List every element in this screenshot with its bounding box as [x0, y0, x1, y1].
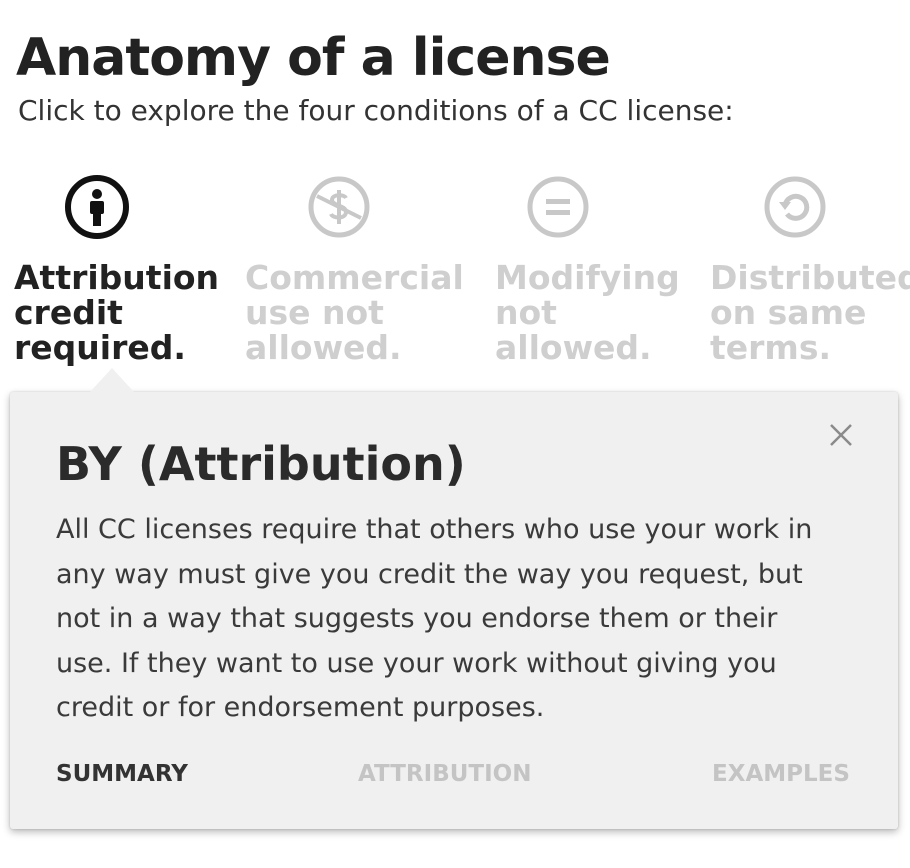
- panel-pointer: [90, 368, 134, 392]
- condition-no-derivatives-label: Modifying not allowed.: [495, 258, 680, 367]
- description-line: All CC licenses require that others who …: [56, 514, 813, 545]
- close-icon: [830, 424, 852, 446]
- description-line: credit or for endorsement purposes.: [56, 692, 545, 723]
- tab-attribution[interactable]: ATTRIBUTION: [358, 760, 531, 788]
- share-alike-icon: [760, 172, 830, 242]
- noncommercial-dollar-icon: [304, 172, 374, 242]
- condition-share-alike-label: Distributed on same terms.: [710, 258, 910, 367]
- attribution-person-icon: [62, 172, 132, 242]
- description-line: not in a way that suggests you endorse t…: [56, 603, 778, 634]
- close-button[interactable]: [826, 420, 856, 450]
- condition-noncommercial-label: Commercial use not allowed.: [245, 258, 464, 367]
- page-subtitle: Click to explore the four conditions of …: [18, 94, 734, 127]
- condition-detail-panel: BY (Attribution) All CC licenses require…: [10, 368, 898, 829]
- page-title: Anatomy of a license: [16, 28, 611, 88]
- panel-title: BY (Attribution): [56, 437, 466, 491]
- tab-examples[interactable]: EXAMPLES: [712, 760, 850, 788]
- tab-summary[interactable]: SUMMARY: [56, 760, 188, 788]
- description-line: use. If they want to use your work witho…: [56, 647, 777, 679]
- panel-description: All CC licenses require that others who …: [56, 508, 856, 731]
- condition-attribution-label: Attribution credit required.: [14, 258, 220, 367]
- no-derivatives-equals-icon: [523, 172, 593, 242]
- description-line: any way must give you credit the way you…: [56, 558, 803, 590]
